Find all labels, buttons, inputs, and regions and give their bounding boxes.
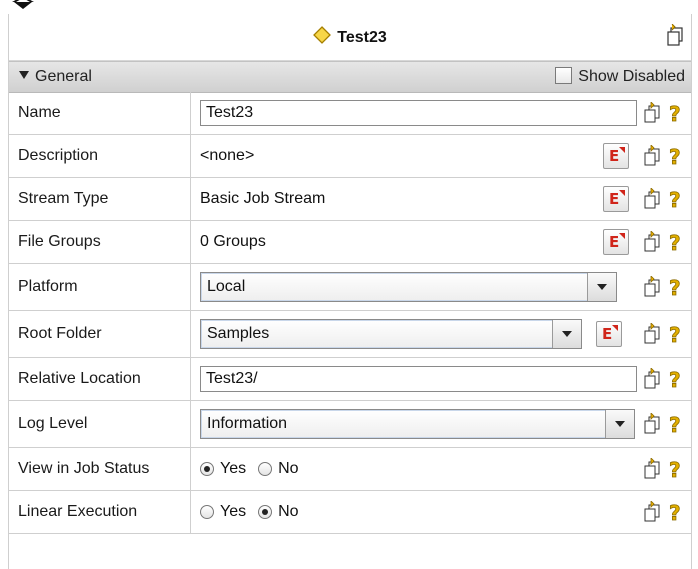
svg-text:?: ? [669,458,681,480]
edit-expression-icon: E [609,147,620,165]
label-platform: Platform [9,264,191,310]
row-stream-type: Stream Type Basic Job Stream E ? [9,178,691,221]
svg-text:?: ? [669,231,681,253]
row-file-groups: File Groups 0 Groups E ? [9,221,691,264]
linear-execution-yes-radio[interactable]: Yes [200,503,246,521]
platform-selected-value: Local [207,278,246,295]
property-rows: Name Test23 ? Description <none> E ? Str… [9,92,691,534]
label-relative-location: Relative Location [9,358,191,400]
label-log-level: Log Level [9,401,191,447]
platform-select[interactable]: Local [200,272,617,302]
copy-property-icon[interactable] [641,275,663,298]
help-icon[interactable]: ? [665,458,687,483]
description-value: <none> [200,147,255,164]
copy-property-icon[interactable] [641,187,663,210]
section-title[interactable]: General [19,68,92,86]
show-disabled-label: Show Disabled [578,68,685,85]
edit-expression-button[interactable]: E [603,143,629,169]
root-folder-selected-value: Samples [207,325,270,342]
copy-property-icon[interactable] [641,322,663,345]
svg-text:?: ? [669,276,681,298]
copy-property-icon[interactable] [641,412,663,435]
help-icon[interactable]: ? [665,102,687,127]
svg-text:?: ? [669,368,681,390]
title-bar: Test23 [9,14,691,61]
edit-expression-button[interactable]: E [603,229,629,255]
radio-unselected-icon[interactable] [258,462,273,476]
chevron-down-icon[interactable] [587,273,616,301]
chevron-down-icon[interactable] [552,320,581,348]
copy-property-icon[interactable] [641,230,663,253]
edit-expression-icon: E [602,325,613,343]
radio-unselected-icon[interactable] [200,505,214,519]
radio-selected-icon[interactable] [200,462,214,476]
diamond-icon [313,26,332,49]
label-stream-type: Stream Type [9,178,191,220]
file-groups-value: 0 Groups [200,233,266,250]
help-icon[interactable]: ? [665,188,687,213]
svg-text:?: ? [669,323,681,345]
row-relative-location: Relative Location Test23/ ? [9,358,691,401]
copy-property-icon[interactable] [641,367,663,390]
row-name: Name Test23 ? [9,92,691,135]
view-in-job-status-radio-group: Yes No [200,448,299,490]
help-icon[interactable]: ? [665,276,687,301]
properties-panel: Test23 General Show Disabled Name Test23 [8,14,692,569]
svg-text:?: ? [669,501,681,523]
help-icon[interactable]: ? [665,501,687,526]
help-icon[interactable]: ? [665,323,687,348]
section-header-general[interactable]: General Show Disabled [9,61,691,93]
log-level-selected-value: Information [207,415,288,432]
row-description: Description <none> E ? [9,135,691,178]
show-disabled-checkbox[interactable] [555,67,573,84]
row-linear-execution: Linear Execution Yes No ? [9,491,691,534]
log-level-select[interactable]: Information [200,409,635,439]
label-view-in-job-status: View in Job Status [9,448,191,490]
linear-execution-no-radio[interactable]: No [258,503,299,521]
edit-expression-icon: E [609,233,620,251]
edit-expression-button[interactable]: E [603,186,629,212]
panel-title: Test23 [9,26,691,49]
collapse-arrow-icon[interactable] [12,0,34,10]
show-disabled-toggle[interactable]: Show Disabled [555,67,685,86]
stream-type-value: Basic Job Stream [200,190,326,207]
row-platform: Platform Local ? [9,264,691,311]
row-view-in-job-status: View in Job Status Yes No ? [9,448,691,491]
label-file-groups: File Groups [9,221,191,263]
copy-property-icon[interactable] [641,101,663,124]
edit-expression-button[interactable]: E [596,321,622,347]
chevron-down-icon[interactable] [605,410,634,438]
svg-text:?: ? [669,188,681,210]
copy-property-icon[interactable] [641,457,663,480]
help-icon[interactable]: ? [665,413,687,438]
expand-triangle-icon[interactable] [19,71,29,79]
name-field[interactable]: Test23 [200,100,637,126]
linear-execution-radio-group: Yes No [200,491,299,533]
help-icon[interactable]: ? [665,231,687,256]
view-in-job-status-yes-radio[interactable]: Yes [200,460,246,478]
label-linear-execution: Linear Execution [9,491,191,533]
popout-icon[interactable] [665,23,685,51]
svg-text:?: ? [669,145,681,167]
copy-property-icon[interactable] [641,500,663,523]
label-description: Description [9,135,191,177]
radio-selected-icon[interactable] [258,505,273,519]
label-root-folder: Root Folder [9,311,191,357]
row-log-level: Log Level Information ? [9,401,691,448]
relative-location-field[interactable]: Test23/ [200,366,637,392]
row-root-folder: Root Folder Samples E ? [9,311,691,358]
panel-title-text: Test23 [337,29,387,46]
root-folder-select[interactable]: Samples [200,319,582,349]
svg-text:?: ? [669,102,681,124]
label-name: Name [9,92,191,134]
svg-text:?: ? [669,413,681,435]
help-icon[interactable]: ? [665,368,687,393]
view-in-job-status-no-radio[interactable]: No [258,460,299,478]
edit-expression-icon: E [609,190,620,208]
copy-property-icon[interactable] [641,144,663,167]
help-icon[interactable]: ? [665,145,687,170]
